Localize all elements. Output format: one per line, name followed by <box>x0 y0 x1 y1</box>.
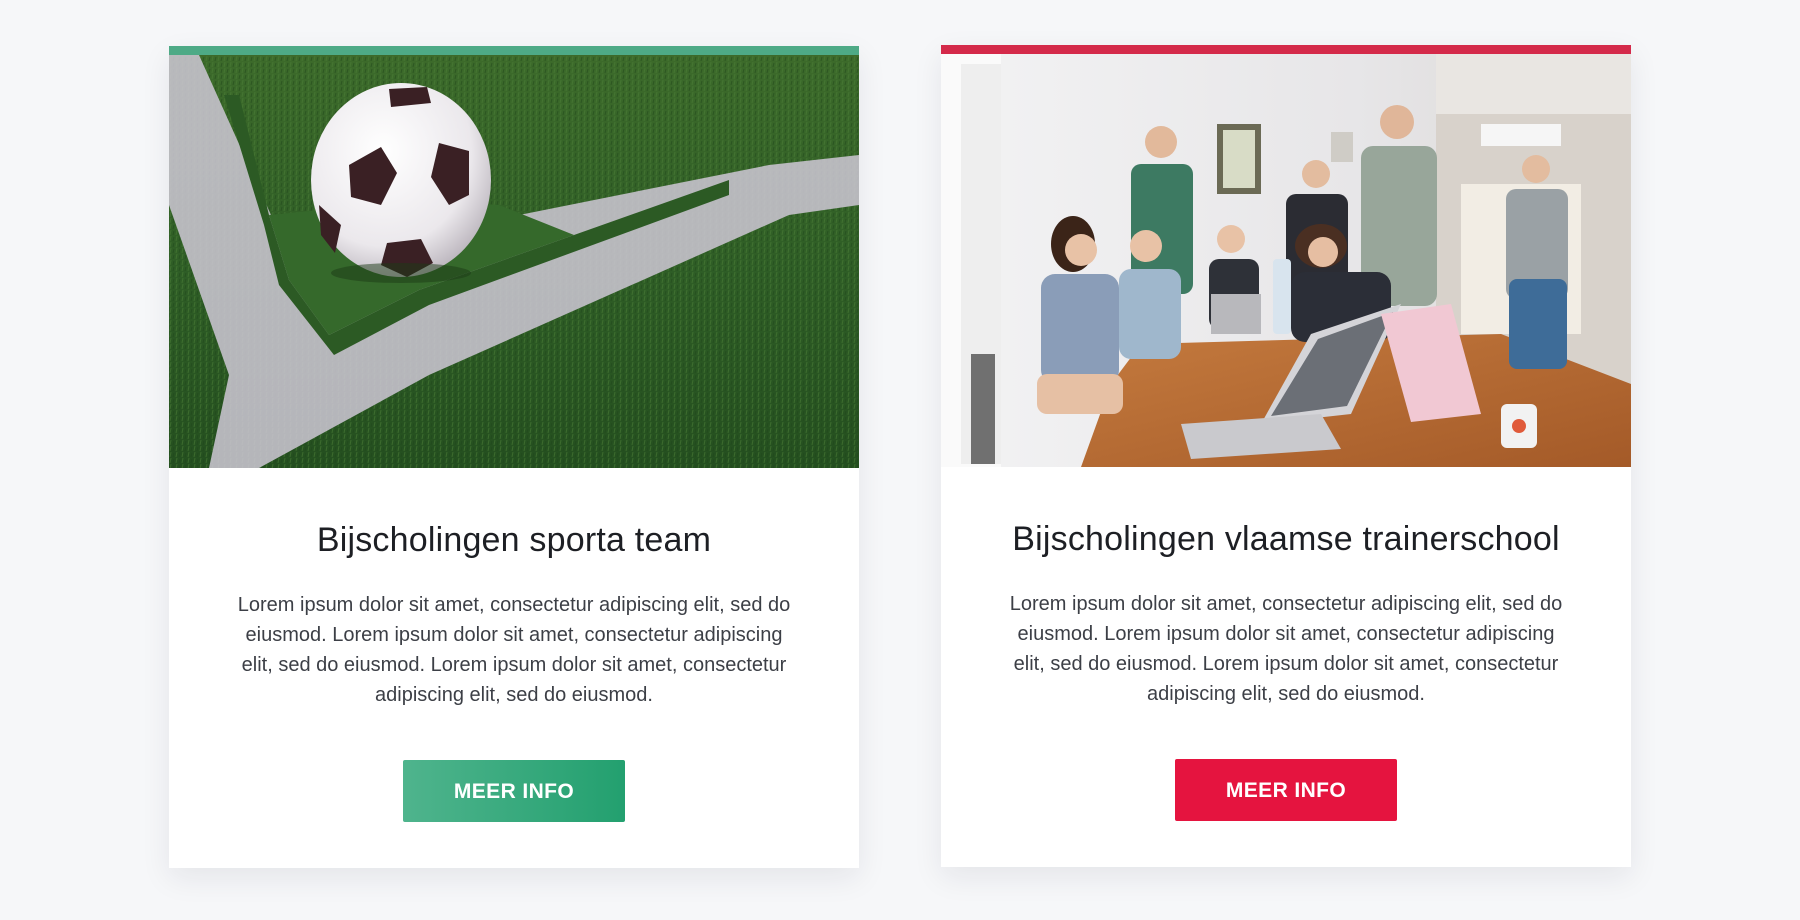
card-accent-bar <box>169 46 859 55</box>
group-meeting-photo <box>941 54 1631 467</box>
card-body: Bijscholingen vlaamse trainerschool Lore… <box>941 519 1631 821</box>
card-description: Lorem ipsum dolor sit amet, consectetur … <box>1009 593 1563 705</box>
meer-info-button[interactable]: MEER INFO <box>403 760 625 822</box>
soccer-ball-photo <box>169 55 859 468</box>
card-body: Bijscholingen sporta team Lorem ipsum do… <box>169 520 859 822</box>
card-vlaamse-trainerschool: Bijscholingen vlaamse trainerschool Lore… <box>941 45 1631 867</box>
card-description: Lorem ipsum dolor sit amet, consectetur … <box>237 594 791 706</box>
page: Bijscholingen sporta team Lorem ipsum do… <box>0 0 1800 920</box>
card-title: Bijscholingen vlaamse trainerschool <box>1012 520 1560 558</box>
card-sporta-team: Bijscholingen sporta team Lorem ipsum do… <box>169 46 859 868</box>
card-title: Bijscholingen sporta team <box>316 521 712 559</box>
card-accent-bar <box>941 45 1631 54</box>
meer-info-button[interactable]: MEER INFO <box>1175 759 1397 821</box>
